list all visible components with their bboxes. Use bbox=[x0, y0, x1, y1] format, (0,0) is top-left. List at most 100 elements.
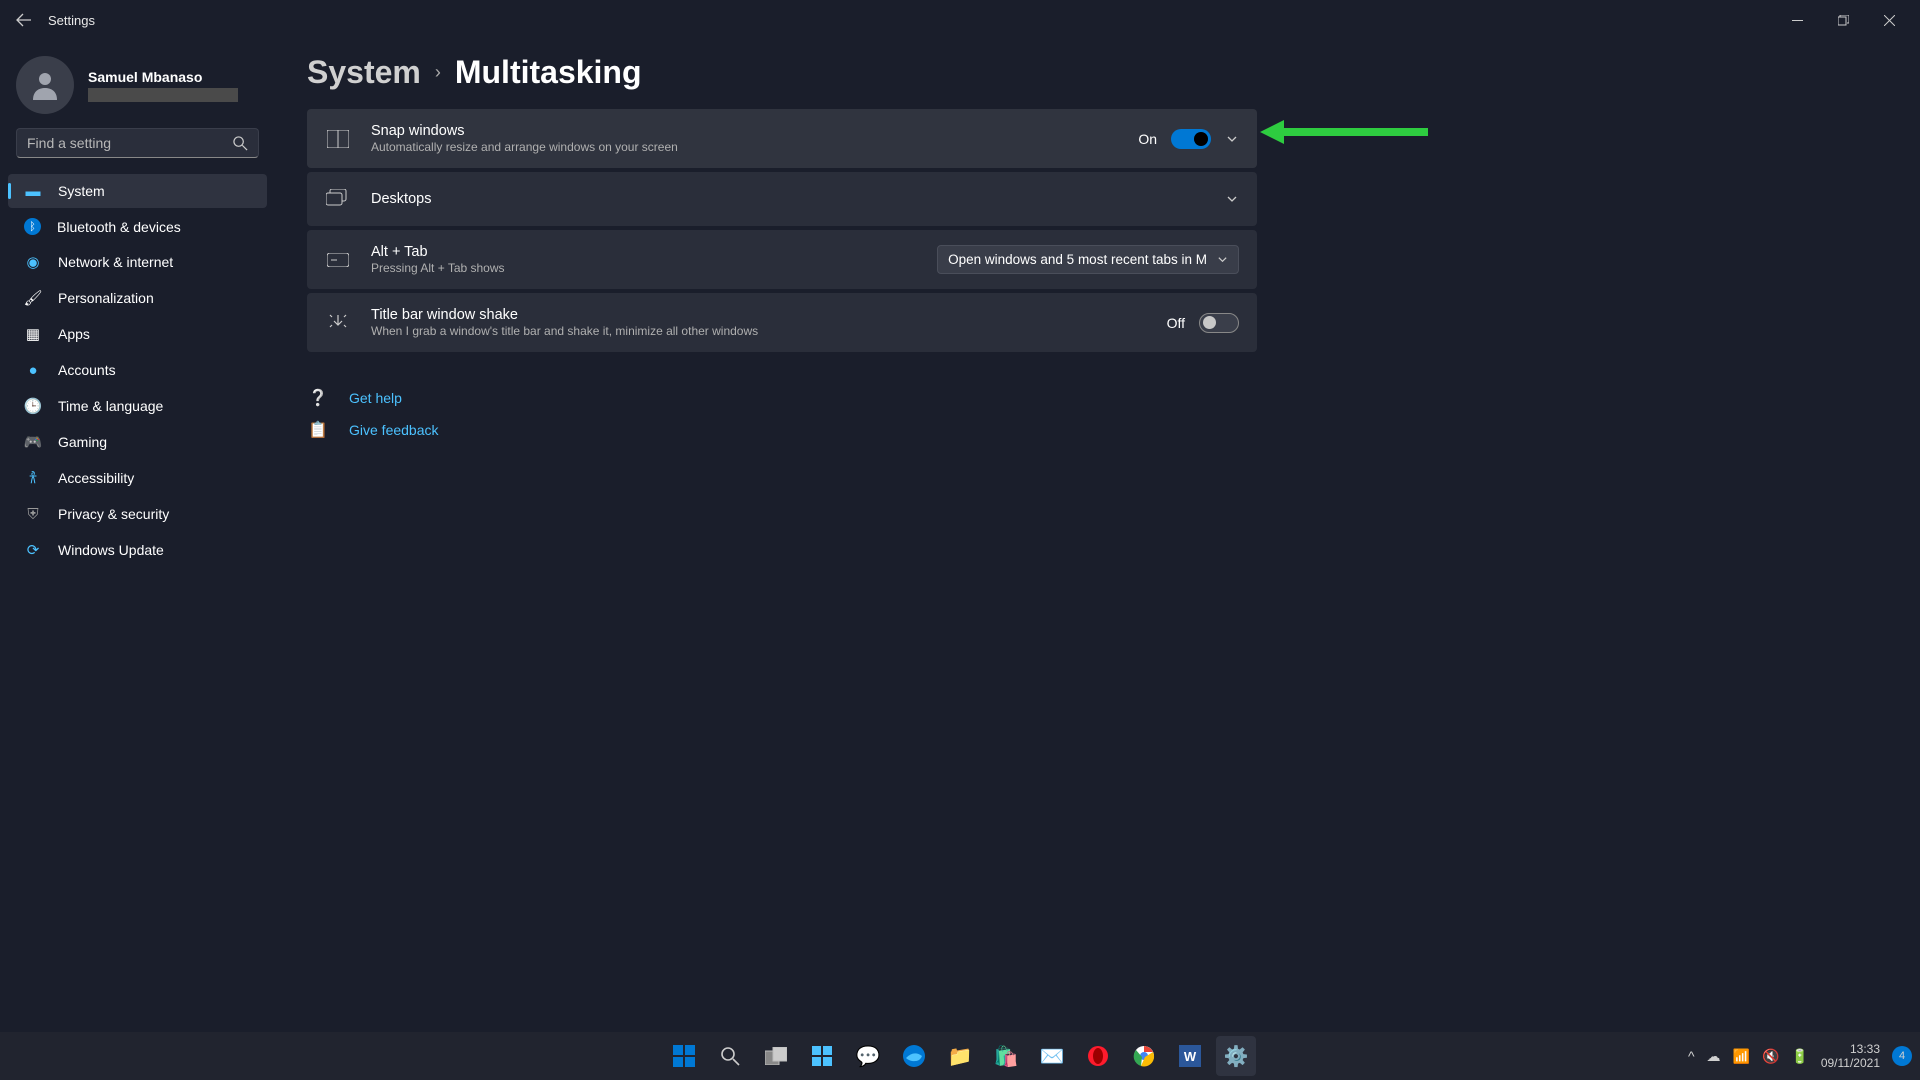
sidebar-item-time[interactable]: 🕒 Time & language bbox=[8, 389, 267, 423]
help-link-label: Give feedback bbox=[349, 422, 439, 438]
minimize-button[interactable] bbox=[1774, 4, 1820, 36]
display-icon: ▬ bbox=[24, 182, 42, 200]
chevron-down-icon bbox=[1217, 254, 1228, 265]
taskbar-widgets[interactable] bbox=[802, 1036, 842, 1076]
taskbar: 💬 📁 🛍️ ✉️ W ⚙️ ^ ☁ 📶 🔇 🔋 13:33 09/11/202… bbox=[0, 1032, 1920, 1080]
sidebar-item-label: Gaming bbox=[58, 434, 107, 450]
profile-name: Samuel Mbanaso bbox=[88, 69, 238, 85]
sidebar-item-personalization[interactable]: 🖌 Personalization bbox=[8, 281, 267, 315]
update-icon: ⟳ bbox=[24, 541, 42, 559]
onedrive-icon[interactable]: ☁ bbox=[1707, 1048, 1721, 1065]
gamepad-icon: 🎮 bbox=[24, 433, 42, 451]
taskbar-clock[interactable]: 13:33 09/11/2021 bbox=[1821, 1042, 1880, 1071]
breadcrumb: System › Multitasking bbox=[307, 54, 1880, 91]
shield-icon: ⛨ bbox=[24, 505, 42, 523]
globe-icon: 🕒 bbox=[24, 397, 42, 415]
setting-title: Snap windows bbox=[371, 123, 1118, 139]
toggle-state-label: Off bbox=[1167, 315, 1185, 331]
chevron-down-icon[interactable] bbox=[1225, 192, 1239, 206]
help-link-label: Get help bbox=[349, 390, 402, 406]
apps-icon: ▦ bbox=[24, 325, 42, 343]
taskbar-mail[interactable]: ✉️ bbox=[1032, 1036, 1072, 1076]
dropdown-selected: Open windows and 5 most recent tabs in M bbox=[948, 252, 1207, 267]
close-button[interactable] bbox=[1866, 4, 1912, 36]
shake-icon bbox=[325, 310, 351, 336]
taskbar-opera[interactable] bbox=[1078, 1036, 1118, 1076]
chevron-down-icon[interactable] bbox=[1225, 132, 1239, 146]
back-button[interactable] bbox=[8, 4, 40, 36]
sidebar-item-network[interactable]: ◉ Network & internet bbox=[8, 245, 267, 279]
clock-date: 09/11/2021 bbox=[1821, 1056, 1880, 1070]
sidebar-item-label: Bluetooth & devices bbox=[57, 219, 181, 235]
sidebar-item-privacy[interactable]: ⛨ Privacy & security bbox=[8, 497, 267, 531]
taskbar-explorer[interactable]: 📁 bbox=[940, 1036, 980, 1076]
feedback-icon: 📋 bbox=[307, 420, 329, 440]
search-box[interactable] bbox=[16, 128, 259, 158]
alttab-dropdown[interactable]: Open windows and 5 most recent tabs in M bbox=[937, 245, 1239, 274]
taskbar-taskview[interactable] bbox=[756, 1036, 796, 1076]
setting-subtitle: When I grab a window's title bar and sha… bbox=[371, 324, 1147, 338]
shake-toggle[interactable] bbox=[1199, 313, 1239, 333]
sidebar-item-label: Network & internet bbox=[58, 254, 173, 270]
setting-desktops[interactable]: Desktops bbox=[307, 172, 1257, 226]
breadcrumb-parent[interactable]: System bbox=[307, 54, 421, 91]
notification-badge[interactable]: 4 bbox=[1892, 1046, 1912, 1066]
system-tray: ^ ☁ 📶 🔇 🔋 13:33 09/11/2021 4 bbox=[1688, 1042, 1912, 1071]
alttab-icon bbox=[325, 247, 351, 273]
sidebar-item-label: Windows Update bbox=[58, 542, 164, 558]
sidebar: Samuel Mbanaso ▬ System ᛒ Bluetooth & devi… bbox=[0, 40, 275, 1032]
desktops-icon bbox=[325, 186, 351, 212]
app-title: Settings bbox=[48, 13, 95, 28]
sidebar-item-label: Privacy & security bbox=[58, 506, 169, 522]
snap-toggle[interactable] bbox=[1171, 129, 1211, 149]
taskbar-settings[interactable]: ⚙️ bbox=[1216, 1036, 1256, 1076]
page-title: Multitasking bbox=[455, 54, 642, 91]
search-input[interactable] bbox=[27, 135, 233, 151]
toggle-state-label: On bbox=[1138, 131, 1157, 147]
taskbar-edge[interactable] bbox=[894, 1036, 934, 1076]
sidebar-item-label: Accounts bbox=[58, 362, 116, 378]
setting-snap-windows[interactable]: Snap windows Automatically resize and ar… bbox=[307, 109, 1257, 168]
maximize-button[interactable] bbox=[1820, 4, 1866, 36]
search-icon bbox=[233, 136, 248, 151]
taskbar-chat[interactable]: 💬 bbox=[848, 1036, 888, 1076]
bluetooth-icon: ᛒ bbox=[24, 218, 41, 235]
setting-title-bar-shake[interactable]: Title bar window shake When I grab a win… bbox=[307, 293, 1257, 352]
battery-icon[interactable]: 🔋 bbox=[1791, 1048, 1808, 1065]
sidebar-item-label: System bbox=[58, 183, 105, 199]
sidebar-item-accounts[interactable]: ● Accounts bbox=[8, 353, 267, 387]
snap-icon bbox=[325, 126, 351, 152]
start-button[interactable] bbox=[664, 1036, 704, 1076]
give-feedback-link[interactable]: 📋 Give feedback bbox=[307, 414, 1880, 446]
sidebar-item-accessibility[interactable]: 𐀪Accessibility bbox=[8, 461, 267, 495]
setting-title: Desktops bbox=[371, 191, 1205, 207]
volume-muted-icon[interactable]: 🔇 bbox=[1762, 1048, 1779, 1065]
clock-time: 13:33 bbox=[1850, 1042, 1880, 1056]
sidebar-item-bluetooth[interactable]: ᛒ Bluetooth & devices bbox=[8, 210, 267, 243]
sidebar-item-label: Personalization bbox=[58, 290, 154, 306]
window-controls bbox=[1774, 4, 1912, 36]
svg-text:W: W bbox=[1184, 1049, 1197, 1064]
accessibility-icon: 𐀪 bbox=[24, 469, 42, 487]
person-icon: ● bbox=[24, 361, 42, 379]
chevron-right-icon: › bbox=[435, 62, 441, 83]
taskbar-store[interactable]: 🛍️ bbox=[986, 1036, 1026, 1076]
wifi-icon: ◉ bbox=[24, 253, 42, 271]
sidebar-item-gaming[interactable]: 🎮 Gaming bbox=[8, 425, 267, 459]
taskbar-chrome[interactable] bbox=[1124, 1036, 1164, 1076]
sidebar-item-apps[interactable]: ▦Apps bbox=[8, 317, 267, 351]
sidebar-item-update[interactable]: ⟳ Windows Update bbox=[8, 533, 267, 567]
arrow-left-icon bbox=[16, 12, 32, 28]
titlebar: Settings bbox=[0, 0, 1920, 40]
setting-alt-tab[interactable]: Alt + Tab Pressing Alt + Tab shows Open … bbox=[307, 230, 1257, 289]
profile-section[interactable]: Samuel Mbanaso bbox=[0, 46, 275, 128]
taskbar-search[interactable] bbox=[710, 1036, 750, 1076]
taskbar-word[interactable]: W bbox=[1170, 1036, 1210, 1076]
sidebar-item-system[interactable]: ▬ System bbox=[8, 174, 267, 208]
brush-icon: 🖌 bbox=[24, 289, 42, 307]
tray-overflow-icon[interactable]: ^ bbox=[1688, 1048, 1695, 1064]
profile-email-redacted bbox=[88, 88, 238, 102]
get-help-link[interactable]: ❔ Get help bbox=[307, 382, 1880, 414]
wifi-tray-icon[interactable]: 📶 bbox=[1733, 1048, 1750, 1065]
sidebar-item-label: Time & language bbox=[58, 398, 163, 414]
